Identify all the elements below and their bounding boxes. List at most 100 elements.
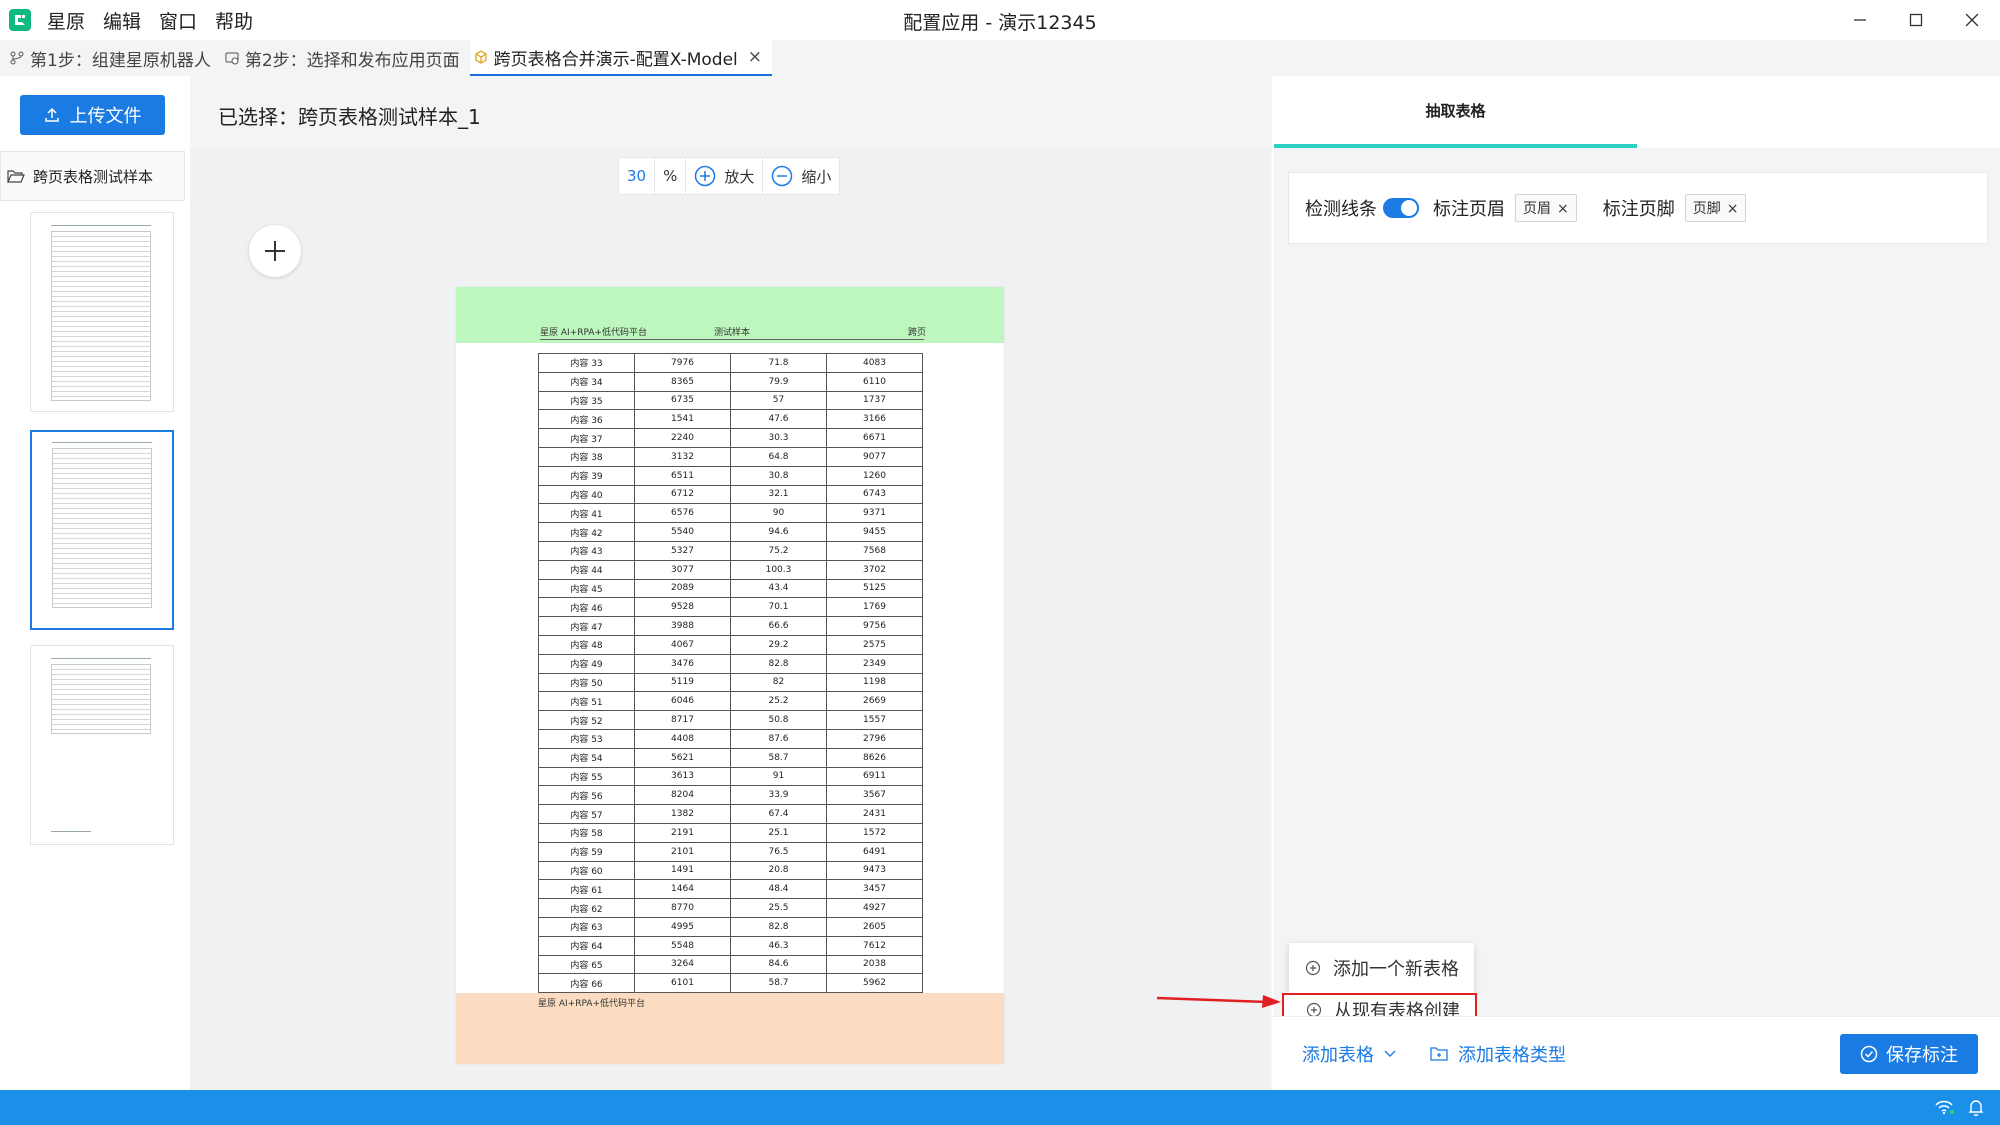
table-cell: 1491 bbox=[634, 860, 731, 881]
tab-xmodel-config[interactable]: 跨页表格合并演示-配置X-Model × bbox=[469, 40, 773, 76]
zoom-value[interactable]: 30 bbox=[619, 158, 656, 194]
table-cell: 1557 bbox=[826, 710, 923, 730]
header-tag[interactable]: 页眉 × bbox=[1515, 194, 1577, 222]
folder-plus-icon bbox=[1430, 1047, 1448, 1061]
header-tag-close-icon[interactable]: × bbox=[1557, 201, 1569, 217]
table-row: 内容 50 5119 82 1198 bbox=[538, 672, 923, 693]
minimize-button[interactable] bbox=[1832, 0, 1888, 40]
file-name: 跨页表格测试样本 bbox=[33, 167, 154, 186]
table-cell: 7568 bbox=[826, 540, 923, 561]
table-cell: 内容 36 bbox=[538, 409, 635, 430]
zoom-out-button[interactable]: 缩小 bbox=[763, 158, 839, 194]
table-cell: 58.7 bbox=[730, 747, 827, 768]
tab-step-2[interactable]: 第2步：选择和发布应用页面 bbox=[221, 40, 470, 76]
document-page: 星原 AI+RPA+低代码平台 测试样本 跨页 内容 33 7976 71.8 408… bbox=[456, 287, 1004, 1064]
table-cell: 20.8 bbox=[730, 860, 827, 881]
selected-file-label: 已选择：跨页表格测试样本_1 bbox=[218, 105, 481, 129]
tab-step-1[interactable]: 第1步：组建星原机器人 bbox=[6, 40, 221, 76]
table-cell: 57 bbox=[730, 390, 827, 411]
page-footer-region[interactable]: 星原 AI+RPA+低代码平台 bbox=[456, 993, 1004, 1064]
menu-xingyuan[interactable]: 星原 bbox=[47, 7, 85, 34]
table-cell: 9528 bbox=[634, 597, 731, 618]
table-cell: 内容 44 bbox=[538, 559, 635, 580]
tab-step-2-label: 第2步：选择和发布应用页面 bbox=[244, 50, 460, 71]
table-cell: 内容 43 bbox=[538, 540, 635, 561]
table-row: 内容 62 8770 25.5 4927 bbox=[538, 898, 923, 918]
menu-item-add-new-table[interactable]: 添加一个新表格 bbox=[1289, 943, 1474, 993]
table-cell: 内容 50 bbox=[538, 672, 635, 693]
table-cell: 3988 bbox=[634, 616, 731, 636]
window-controls bbox=[1832, 0, 2000, 40]
table-cell: 76.5 bbox=[730, 841, 827, 862]
table-cell: 1572 bbox=[826, 822, 923, 843]
table-cell: 64.8 bbox=[730, 446, 827, 467]
zoom-out-label: 缩小 bbox=[801, 167, 832, 186]
close-window-button[interactable] bbox=[1944, 0, 2000, 40]
upload-file-button[interactable]: 上传文件 bbox=[20, 95, 165, 135]
page-header-center: 测试样本 bbox=[714, 328, 751, 338]
table-cell: 3567 bbox=[826, 785, 923, 806]
table-cell: 1769 bbox=[826, 597, 923, 618]
table-cell: 内容 62 bbox=[538, 898, 635, 918]
table-cell: 内容 42 bbox=[538, 522, 635, 542]
thumbnail-header-line bbox=[51, 225, 151, 226]
title-bar: 星原 编辑 窗口 帮助 配置应用 - 演示12345 bbox=[0, 0, 2000, 40]
table-cell: 3613 bbox=[634, 766, 731, 787]
table-row: 内容 53 4408 87.6 2796 bbox=[538, 728, 923, 749]
table-cell: 25.5 bbox=[730, 898, 827, 918]
page-thumbnail-1[interactable] bbox=[30, 212, 174, 412]
menu-window[interactable]: 窗口 bbox=[159, 7, 197, 34]
add-table-type-button[interactable]: 添加表格类型 bbox=[1430, 1041, 1566, 1067]
save-annotation-button[interactable]: 保存标注 bbox=[1840, 1034, 1978, 1074]
footer-tag-close-icon[interactable]: × bbox=[1727, 201, 1739, 217]
wifi-icon[interactable] bbox=[1934, 1099, 1954, 1115]
table-row: 内容 65 3264 84.6 2038 bbox=[538, 954, 923, 975]
table-row: 内容 44 3077 100.3 3702 bbox=[538, 559, 923, 580]
table-cell: 内容 57 bbox=[538, 804, 635, 824]
folder-open-icon bbox=[7, 170, 25, 183]
menu-edit[interactable]: 编辑 bbox=[103, 7, 141, 34]
bell-icon[interactable] bbox=[1968, 1098, 1984, 1116]
table-row: 内容 43 5327 75.2 7568 bbox=[538, 540, 923, 561]
table-cell: 5962 bbox=[826, 973, 923, 994]
table-cell: 5540 bbox=[634, 522, 731, 542]
table-cell: 9077 bbox=[826, 446, 923, 467]
table-cell: 内容 55 bbox=[538, 766, 635, 787]
table-row: 内容 51 6046 25.2 2669 bbox=[538, 691, 923, 712]
tab-extract-table[interactable]: 抽取表格 bbox=[1274, 76, 1637, 148]
table-cell: 内容 54 bbox=[538, 747, 635, 768]
table-cell: 3166 bbox=[826, 409, 923, 430]
add-table-dropdown[interactable]: 添加表格 bbox=[1302, 1041, 1396, 1067]
table-cell: 6101 bbox=[634, 973, 731, 994]
tab-close-icon[interactable]: × bbox=[748, 47, 762, 67]
thumbnail-table bbox=[51, 664, 151, 734]
table-cell: 内容 52 bbox=[538, 710, 635, 730]
table-row: 内容 58 2191 25.1 1572 bbox=[538, 822, 923, 843]
options-card: 检测线条 标注页眉 页眉 × 标注页脚 页脚 × bbox=[1288, 172, 1988, 244]
tab-xmodel-config-label: 跨页表格合并演示-配置X-Model bbox=[493, 49, 738, 70]
table-cell: 3077 bbox=[634, 559, 731, 580]
table-cell: 1198 bbox=[826, 672, 923, 693]
page-header-region[interactable]: 星原 AI+RPA+低代码平台 测试样本 跨页 bbox=[456, 287, 1004, 343]
maximize-button[interactable] bbox=[1888, 0, 1944, 40]
zoom-in-button[interactable]: 放大 bbox=[686, 158, 764, 194]
table-cell: 94.6 bbox=[730, 522, 827, 542]
table-cell: 7976 bbox=[634, 353, 731, 373]
table-cell: 84.6 bbox=[730, 954, 827, 975]
page-thumbnail-2[interactable] bbox=[30, 430, 174, 630]
close-icon bbox=[1965, 13, 1979, 27]
table-cell: 内容 45 bbox=[538, 578, 635, 599]
table-cell: 9473 bbox=[826, 860, 923, 881]
footer-tag[interactable]: 页脚 × bbox=[1684, 194, 1747, 222]
table-cell: 内容 48 bbox=[538, 634, 635, 655]
detect-lines-toggle[interactable] bbox=[1383, 198, 1419, 218]
add-annotation-button[interactable] bbox=[249, 225, 301, 277]
document-table[interactable]: 内容 33 7976 71.8 4083 内容 34 8365 79.9 6110 内容 35 6… bbox=[538, 353, 923, 994]
table-row: 内容 54 5621 58.7 8626 bbox=[538, 747, 923, 768]
table-cell: 8365 bbox=[634, 371, 731, 392]
page-header-left: 星原 AI+RPA+低代码平台 bbox=[540, 328, 648, 338]
page-thumbnail-3[interactable] bbox=[30, 645, 174, 845]
menu-help[interactable]: 帮助 bbox=[215, 7, 253, 34]
table-cell: 50.8 bbox=[730, 710, 827, 730]
file-list-item[interactable]: 跨页表格测试样本 bbox=[0, 151, 185, 201]
